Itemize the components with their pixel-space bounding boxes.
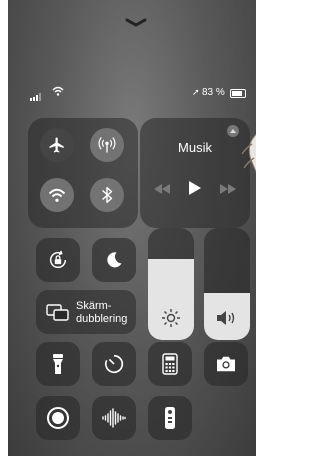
volume-slider[interactable] — [204, 228, 250, 340]
calculator-icon — [162, 353, 178, 375]
next-track-icon[interactable] — [220, 184, 236, 194]
flashlight-icon — [53, 354, 63, 374]
screen-mirroring-label: Skärm- dubblering — [76, 300, 128, 325]
play-icon[interactable] — [188, 180, 202, 196]
flashlight-button[interactable] — [36, 342, 80, 386]
now-playing-title: Musik — [178, 140, 212, 155]
hand-cursor — [241, 133, 256, 174]
camera-button[interactable] — [204, 342, 248, 386]
timer-button[interactable] — [92, 342, 136, 386]
bluetooth-button[interactable] — [90, 178, 124, 212]
wifi-status-icon — [52, 86, 64, 96]
airplane-mode-button[interactable] — [40, 128, 74, 162]
waveform-icon — [102, 408, 126, 428]
sun-icon — [162, 309, 180, 327]
record-icon — [47, 407, 69, 429]
previous-track-icon[interactable] — [154, 184, 170, 194]
bluetooth-icon — [102, 186, 113, 204]
timer-icon — [105, 354, 124, 374]
screen-recording-button[interactable] — [36, 396, 80, 440]
screen-mirroring-icon — [46, 304, 69, 321]
cellular-data-button[interactable] — [90, 128, 124, 162]
status-bar: ➚ 83 % — [8, 86, 256, 101]
airplay-icon[interactable] — [226, 124, 240, 138]
camera-icon — [217, 356, 235, 372]
calculator-button[interactable] — [148, 342, 192, 386]
music-tile[interactable]: Musik — [140, 118, 250, 228]
screen-mirroring-button[interactable]: Skärm- dubblering — [36, 290, 136, 334]
rotation-lock-button[interactable] — [36, 238, 80, 282]
apple-tv-remote-button[interactable] — [148, 396, 192, 440]
airplane-icon — [49, 137, 64, 153]
connectivity-tile — [28, 118, 138, 228]
rotation-lock-icon — [50, 250, 67, 269]
location-icon: ➚ — [192, 87, 200, 97]
remote-icon — [165, 407, 175, 429]
speaker-icon — [217, 311, 235, 325]
antenna-icon — [98, 137, 116, 153]
brightness-slider[interactable] — [148, 228, 194, 340]
wifi-icon — [48, 188, 66, 202]
battery-icon — [230, 89, 246, 98]
control-center: ➚ 83 % Musik Skärm- dubblering — [8, 0, 256, 456]
voice-memos-button[interactable] — [92, 396, 136, 440]
battery-percentage: 83 % — [202, 87, 225, 98]
wifi-button[interactable] — [40, 178, 74, 212]
moon-icon — [107, 252, 122, 268]
do-not-disturb-button[interactable] — [92, 238, 136, 282]
chevron-down-icon[interactable] — [124, 18, 148, 28]
cellular-signal-icon — [30, 90, 42, 101]
